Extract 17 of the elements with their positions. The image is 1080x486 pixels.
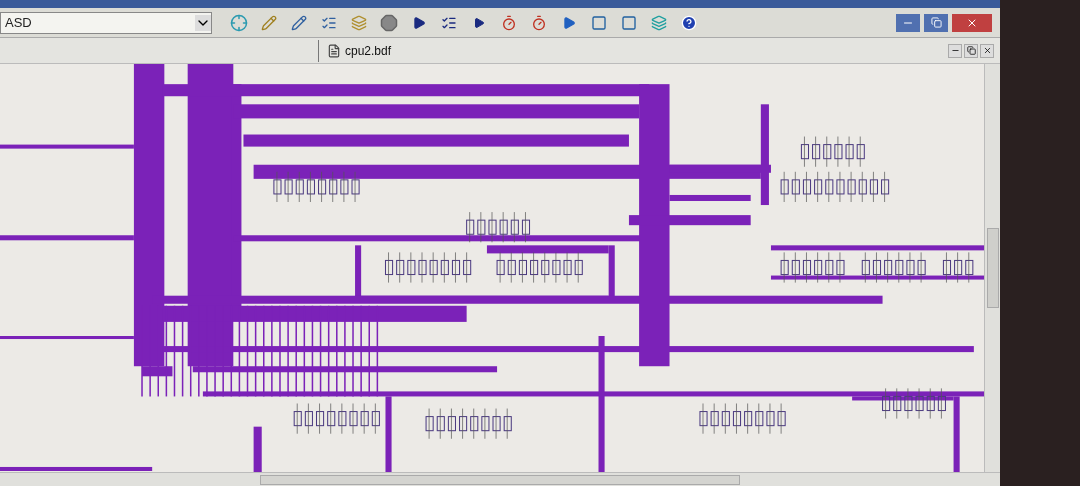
minimize-button[interactable] [896, 13, 920, 32]
close-button[interactable] [980, 43, 994, 58]
restore-icon [966, 46, 976, 55]
document-tab[interactable]: cpu2.bdf [318, 39, 400, 62]
dropdown-icon [195, 14, 211, 31]
restore-icon [930, 17, 942, 28]
close-icon [982, 46, 992, 55]
restore-button[interactable] [964, 43, 978, 58]
project-selector[interactable]: ASD [0, 11, 212, 34]
scroll-thumb[interactable] [986, 228, 999, 308]
vertical-scrollbar[interactable] [984, 64, 1000, 472]
minimize-button[interactable] [948, 43, 962, 58]
file-icon [327, 43, 341, 58]
restore-button[interactable] [924, 13, 948, 32]
project-name: ASD [5, 13, 32, 32]
scroll-thumb[interactable] [260, 474, 740, 485]
horizontal-scrollbar[interactable] [0, 472, 1000, 486]
